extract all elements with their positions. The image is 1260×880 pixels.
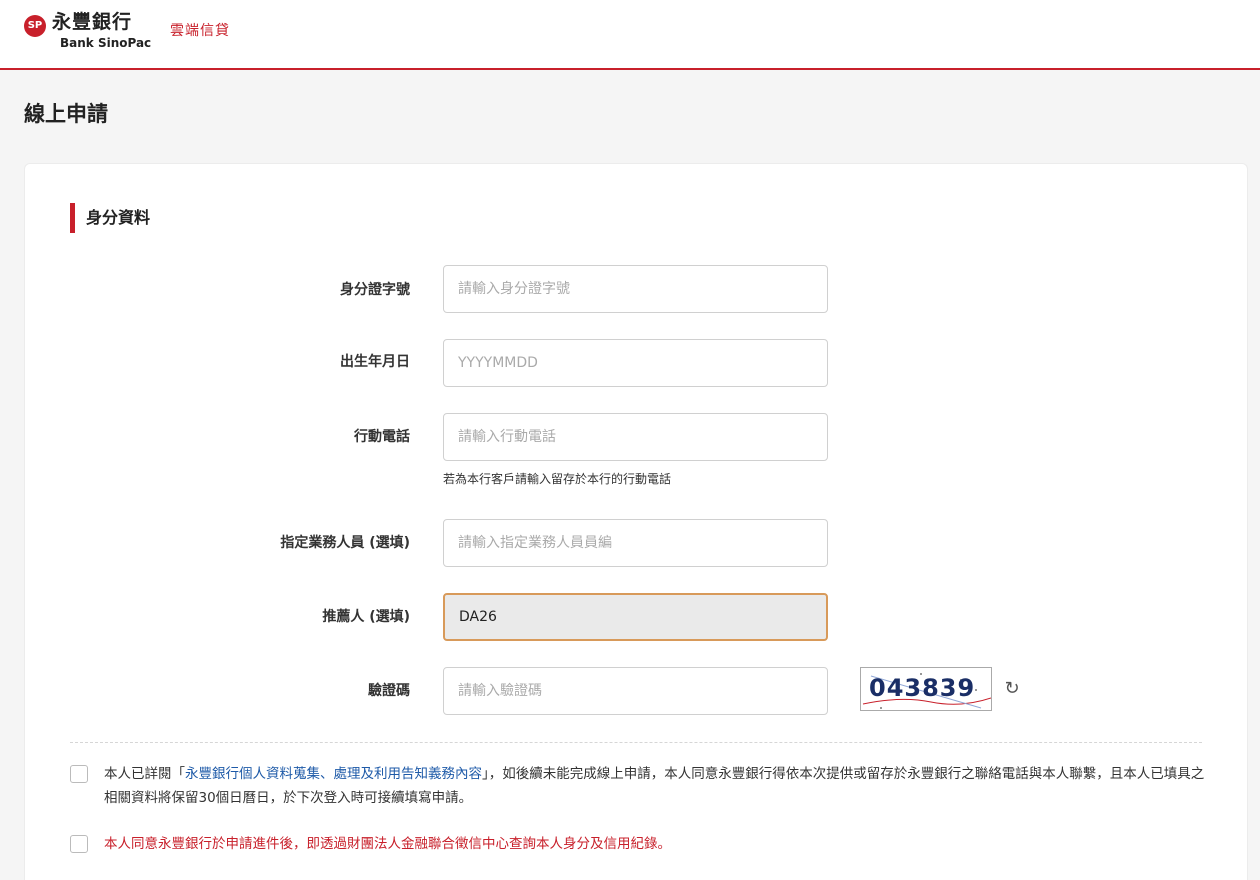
captcha-label: 驗證碼 [368, 683, 410, 699]
credit-check-consent-text: 本人同意永豐銀行於申請進件後，即透過財團法人金融聯合徵信中心查詢本人身分及信用紀… [104, 836, 671, 852]
birth-date-input[interactable] [443, 339, 828, 387]
agent-id-label: 指定業務人員 (選填) [280, 535, 410, 551]
mobile-phone-hint: 若為本行客戶請輸入留存於本行的行動電話 [443, 472, 672, 486]
page-title: 線上申請 [24, 102, 108, 126]
referrer-input[interactable] [443, 593, 828, 641]
mobile-phone-input[interactable] [443, 413, 828, 461]
privacy-consent-text: 本人已詳閱「永豐銀行個人資料蒐集、處理及利用告知義務內容」，如後續未能完成線上申… [104, 762, 1214, 810]
top-header: SP 永豐銀行 Bank SinoPac 雲端信貸 [0, 0, 1260, 70]
brand-name-en: Bank SinoPac [60, 36, 152, 50]
id-number-input[interactable] [443, 265, 828, 313]
privacy-notice-link[interactable]: 永豐銀行個人資料蒐集、處理及利用告知義務內容 [185, 766, 482, 782]
credit-check-consent-checkbox[interactable] [70, 835, 88, 853]
bank-logo-icon: SP [24, 15, 46, 37]
birth-date-label: 出生年月日 [340, 354, 410, 370]
id-number-label: 身分證字號 [340, 282, 410, 298]
product-name: 雲端信貸 [170, 23, 230, 39]
captcha-text: 043839 [869, 674, 976, 702]
privacy-consent-checkbox[interactable] [70, 765, 88, 783]
agent-id-input[interactable] [443, 519, 828, 567]
privacy-consent-prefix: 本人已詳閱「 [104, 766, 185, 782]
form-divider [70, 742, 1202, 743]
referrer-label: 推薦人 (選填) [322, 609, 410, 625]
captcha-input[interactable] [443, 667, 828, 715]
refresh-icon[interactable]: ↻ [1001, 678, 1023, 700]
mobile-phone-label: 行動電話 [354, 429, 410, 445]
section-accent-bar [70, 203, 75, 233]
brand-name-zh: 永豐銀行 [52, 11, 133, 33]
section-title: 身分資料 [86, 208, 151, 227]
captcha-image: 043839 [860, 667, 992, 711]
